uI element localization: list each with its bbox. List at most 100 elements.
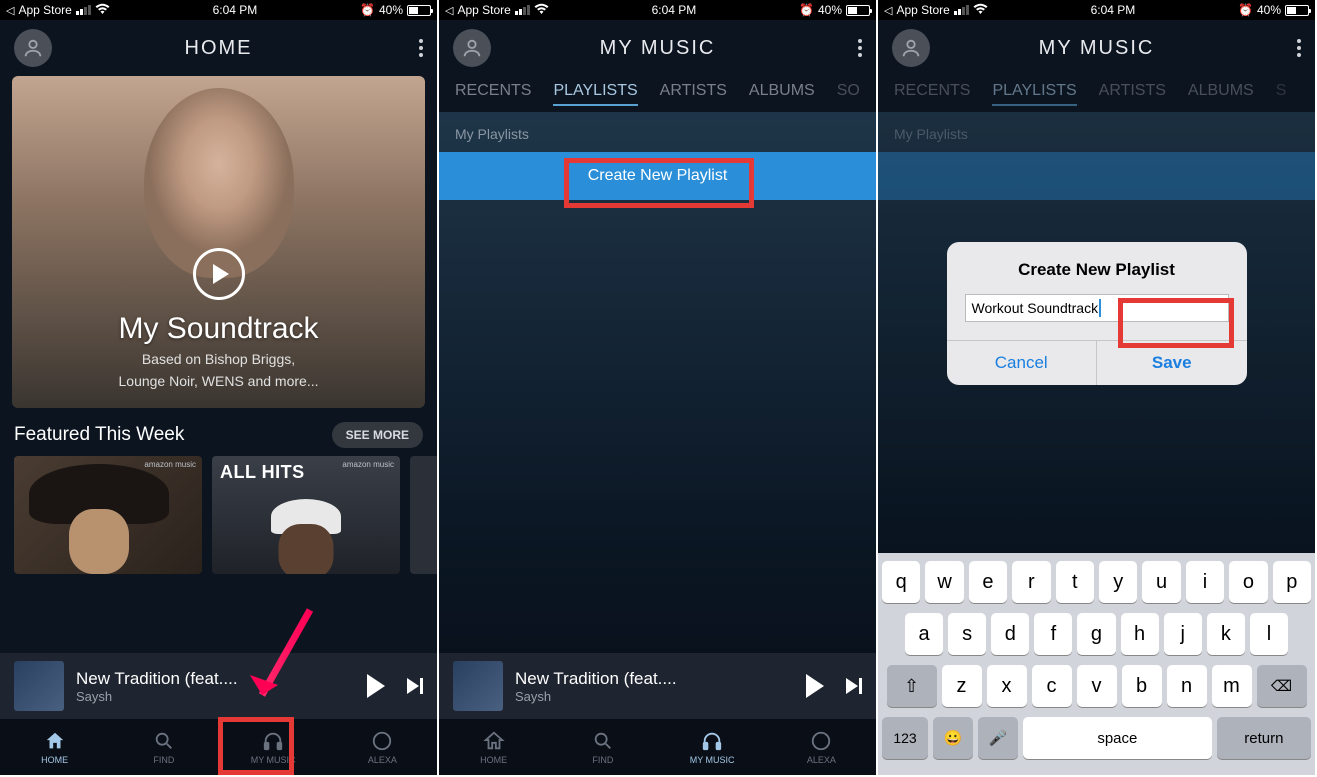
tab-songs[interactable]: S: [1276, 82, 1287, 106]
keyboard-row: 123 😀 🎤 space return: [882, 717, 1311, 759]
back-app-label[interactable]: App Store: [896, 3, 949, 17]
key-j[interactable]: j: [1164, 613, 1202, 655]
key-b[interactable]: b: [1122, 665, 1162, 707]
playlist-name-input[interactable]: Workout Soundtrack: [965, 294, 1229, 322]
page-title: MY MUSIC: [600, 37, 716, 60]
nav-home[interactable]: HOME: [25, 729, 85, 765]
key-h[interactable]: h: [1121, 613, 1159, 655]
phone-screen-home: ◁ App Store 6:04 PM ⏰ 40% HOME My Soundt…: [0, 0, 437, 775]
play-icon[interactable]: [806, 674, 824, 698]
phone-screen-playlists: ◁ App Store 6:04 PM ⏰ 40% MY MUSIC RECEN…: [439, 0, 876, 775]
save-button[interactable]: Save: [1096, 341, 1247, 385]
tab-recents[interactable]: RECENTS: [894, 82, 970, 106]
album-card[interactable]: [410, 456, 437, 574]
back-app-label[interactable]: App Store: [457, 3, 510, 17]
see-more-button[interactable]: SEE MORE: [332, 422, 423, 448]
nav-alexa[interactable]: ALEXA: [352, 729, 412, 765]
tab-recents[interactable]: RECENTS: [455, 82, 531, 106]
home-icon: [43, 729, 67, 753]
alarm-icon: ⏰: [1238, 3, 1253, 17]
key-space[interactable]: space: [1023, 717, 1212, 759]
nav-find[interactable]: FIND: [573, 729, 633, 765]
create-playlist-row[interactable]: Create New Playlist: [439, 152, 876, 200]
next-track-button[interactable]: [846, 678, 862, 694]
page-title: MY MUSIC: [1039, 37, 1155, 60]
cancel-button[interactable]: Cancel: [947, 341, 1097, 385]
search-icon: [152, 729, 176, 753]
more-menu-button[interactable]: [419, 39, 423, 57]
profile-avatar[interactable]: [14, 29, 52, 67]
profile-avatar[interactable]: [892, 29, 930, 67]
key-m[interactable]: m: [1212, 665, 1252, 707]
album-card[interactable]: amazon music: [14, 456, 202, 574]
profile-avatar[interactable]: [453, 29, 491, 67]
play-icon[interactable]: [367, 674, 385, 698]
key-u[interactable]: u: [1142, 561, 1180, 603]
nav-home[interactable]: HOME: [464, 729, 524, 765]
tab-songs[interactable]: SO: [837, 82, 860, 106]
key-c[interactable]: c: [1032, 665, 1072, 707]
key-s[interactable]: s: [948, 613, 986, 655]
key-z[interactable]: z: [942, 665, 982, 707]
now-playing-bar[interactable]: New Tradition (feat.... Saysh: [0, 653, 437, 719]
key-f[interactable]: f: [1034, 613, 1072, 655]
next-track-button[interactable]: [407, 678, 423, 694]
key-k[interactable]: k: [1207, 613, 1245, 655]
search-icon: [591, 729, 615, 753]
tab-albums[interactable]: ALBUMS: [749, 82, 815, 106]
tab-playlists[interactable]: PLAYLISTS: [992, 82, 1076, 106]
key-dictation[interactable]: 🎤: [978, 717, 1018, 759]
key-v[interactable]: v: [1077, 665, 1117, 707]
next-icon: [407, 678, 419, 694]
key-numbers[interactable]: 123: [882, 717, 928, 759]
back-app-label[interactable]: App Store: [18, 3, 71, 17]
page-title: HOME: [185, 37, 253, 60]
key-a[interactable]: a: [905, 613, 943, 655]
wifi-icon: [95, 2, 110, 18]
key-x[interactable]: x: [987, 665, 1027, 707]
signal-icon: [954, 5, 969, 15]
back-chevron-icon[interactable]: ◁: [6, 4, 14, 17]
battery-pct: 40%: [379, 3, 403, 17]
key-backspace[interactable]: ⌫: [1257, 665, 1307, 707]
tab-artists[interactable]: ARTISTS: [1099, 82, 1166, 106]
key-i[interactable]: i: [1186, 561, 1224, 603]
tab-albums[interactable]: ALBUMS: [1188, 82, 1254, 106]
key-o[interactable]: o: [1229, 561, 1267, 603]
key-emoji[interactable]: 😀: [933, 717, 973, 759]
tab-artists[interactable]: ARTISTS: [660, 82, 727, 106]
albums-carousel[interactable]: amazon music amazon music ALL HITS: [0, 456, 437, 574]
key-p[interactable]: p: [1273, 561, 1311, 603]
key-l[interactable]: l: [1250, 613, 1288, 655]
status-bar: ◁ App Store 6:04 PM ⏰ 40%: [439, 0, 876, 20]
more-menu-button[interactable]: [1297, 39, 1301, 57]
soundtrack-hero-card[interactable]: My Soundtrack Based on Bishop Briggs, Lo…: [12, 76, 425, 408]
key-g[interactable]: g: [1077, 613, 1115, 655]
more-menu-button[interactable]: [858, 39, 862, 57]
play-button[interactable]: [193, 248, 245, 300]
now-playing-artwork: [453, 661, 503, 711]
nav-alexa[interactable]: ALEXA: [791, 729, 851, 765]
back-chevron-icon[interactable]: ◁: [445, 4, 453, 17]
status-time: 6:04 PM: [1091, 3, 1136, 17]
album-card[interactable]: amazon music ALL HITS: [212, 456, 400, 574]
key-q[interactable]: q: [882, 561, 920, 603]
nav-find[interactable]: FIND: [134, 729, 194, 765]
key-t[interactable]: t: [1056, 561, 1094, 603]
nav-my-music[interactable]: MY MUSIC: [243, 729, 303, 765]
back-chevron-icon[interactable]: ◁: [884, 4, 892, 17]
now-playing-bar[interactable]: New Tradition (feat.... Saysh: [439, 653, 876, 719]
nav-my-music[interactable]: MY MUSIC: [682, 729, 742, 765]
key-return[interactable]: return: [1217, 717, 1311, 759]
key-w[interactable]: w: [925, 561, 963, 603]
key-r[interactable]: r: [1012, 561, 1050, 603]
tab-playlists[interactable]: PLAYLISTS: [553, 82, 637, 106]
status-time: 6:04 PM: [213, 3, 258, 17]
key-n[interactable]: n: [1167, 665, 1207, 707]
key-y[interactable]: y: [1099, 561, 1137, 603]
key-d[interactable]: d: [991, 613, 1029, 655]
alarm-icon: ⏰: [360, 3, 375, 17]
battery-icon: [846, 5, 870, 16]
key-e[interactable]: e: [969, 561, 1007, 603]
key-shift[interactable]: ⇧: [887, 665, 937, 707]
